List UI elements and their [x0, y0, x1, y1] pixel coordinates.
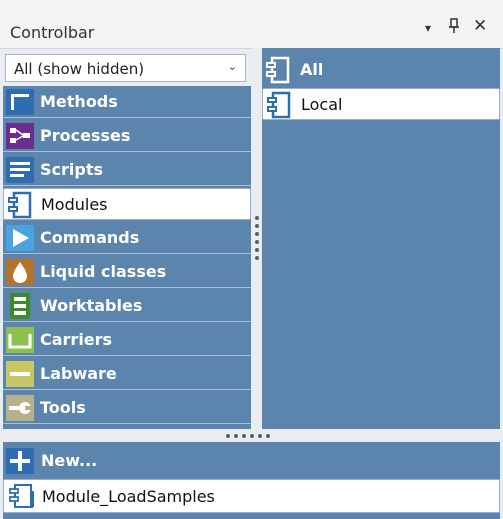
modules-icon [8, 191, 32, 219]
category-label: Methods [40, 92, 118, 111]
modules-icon [266, 56, 290, 84]
category-label: Processes [40, 126, 131, 145]
splitter-grip-dot [266, 434, 270, 438]
module-file-icon [9, 484, 34, 508]
module-items-pane: New... Module_LoadSamples [3, 442, 500, 519]
filter-selected-value: All (show hidden) [14, 60, 145, 78]
category-methods[interactable]: Methods [3, 86, 251, 118]
category-carriers[interactable]: Carriers [3, 324, 251, 356]
category-tools[interactable]: Tools [3, 392, 251, 424]
controlbar-title-bar: Controlbar ▾ ✕ [0, 0, 503, 49]
panel-menu-dropdown-icon[interactable]: ▾ [425, 21, 431, 35]
splitter-grip-dot [255, 216, 259, 220]
scope-label: All [300, 60, 324, 79]
scripts-icon [6, 157, 34, 183]
chevron-down-icon: ⌄ [227, 60, 237, 73]
carriers-icon [6, 327, 34, 353]
category-liquid-classes[interactable]: Liquid classes [3, 256, 251, 288]
splitter-grip-dot [226, 434, 230, 438]
splitter-grip-dot [250, 434, 254, 438]
category-label: Modules [41, 195, 108, 214]
liquid-classes-icon [6, 259, 34, 285]
modules-icon [267, 91, 291, 119]
category-label: Liquid classes [40, 262, 167, 281]
tools-icon [6, 395, 34, 421]
filter-select[interactable]: All (show hidden) ⌄ [5, 54, 246, 82]
splitter-grip-dot [242, 434, 246, 438]
new-module-button[interactable]: New... [3, 444, 500, 478]
methods-icon [6, 89, 34, 115]
panel-title: Controlbar [10, 23, 95, 42]
module-scope-list: All Local [262, 48, 500, 429]
splitter-grip-dot [234, 434, 238, 438]
category-label: Scripts [40, 160, 104, 179]
processes-icon [6, 123, 34, 149]
splitter-grip-dot [258, 434, 262, 438]
commands-icon [6, 225, 34, 251]
labware-icon [6, 361, 34, 387]
category-worktables[interactable]: Worktables [3, 290, 251, 322]
category-scripts[interactable]: Scripts [3, 154, 251, 186]
scope-item-local[interactable]: Local [262, 88, 500, 120]
splitter-grip-dot [255, 232, 259, 236]
splitter-grip-dot [255, 240, 259, 244]
worktables-icon [10, 293, 30, 319]
category-labware[interactable]: Labware [3, 358, 251, 390]
scope-all-header[interactable]: All [262, 54, 500, 86]
category-modules[interactable]: Modules [3, 188, 251, 220]
splitter-grip-dot [255, 224, 259, 228]
pin-icon[interactable] [448, 18, 460, 38]
category-label: Commands [40, 228, 140, 247]
category-processes[interactable]: Processes [3, 120, 251, 152]
module-item-label: Module_LoadSamples [42, 487, 215, 506]
category-label: Tools [40, 398, 86, 417]
close-icon[interactable]: ✕ [473, 16, 487, 36]
category-list: Methods Processes Scripts Modules Comman… [3, 86, 251, 429]
new-label: New... [41, 451, 98, 470]
category-commands[interactable]: Commands [3, 222, 251, 254]
horizontal-splitter[interactable] [0, 429, 503, 442]
category-label: Worktables [40, 296, 143, 315]
plus-icon [6, 448, 34, 474]
splitter-grip-dot [255, 256, 259, 260]
module-item[interactable]: Module_LoadSamples [3, 479, 500, 513]
scope-label: Local [301, 95, 343, 114]
splitter-grip-dot [255, 248, 259, 252]
category-label: Labware [40, 364, 117, 383]
vertical-splitter[interactable] [252, 48, 262, 429]
category-label: Carriers [40, 330, 113, 349]
